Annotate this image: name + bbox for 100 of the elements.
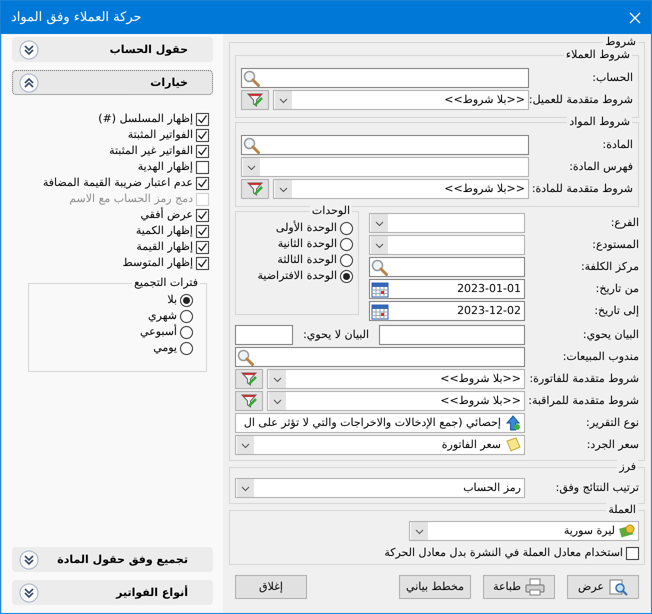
field-label: نوع التقرير: [584,416,639,430]
checkbox-label: استخدام معادل العملة في النشرة بدل معادل الحركة [384,546,623,560]
checkbox-label: إظهار الكمية [136,224,193,238]
dropdown[interactable]: رمز الحساب [235,478,525,498]
field-label: سعر الجرد: [586,438,639,452]
text-field[interactable] [235,325,294,345]
checkbox[interactable] [196,256,209,270]
checkbox[interactable] [196,144,209,158]
chevron-down-icon[interactable] [269,370,286,388]
field-label: البيان يحوي: [582,328,639,342]
arrow-up-icon [505,415,521,431]
radio-button[interactable] [340,238,353,250]
radio-label: يومي [153,341,177,355]
chevron-down-icon[interactable] [243,158,260,176]
text-field[interactable] [379,325,525,345]
printer-icon [524,578,545,596]
checkbox[interactable] [196,176,209,190]
radio-label: الوحدة الافتراضية [257,269,337,283]
filter-button[interactable] [235,391,263,411]
panel-header[interactable]: تجميع وفق حقول المادة [12,547,213,572]
field-label: الحساب: [591,71,633,85]
search-field[interactable] [241,135,529,155]
search-icon [371,258,388,276]
view-icon [608,578,628,596]
expand-icon[interactable] [19,40,39,60]
panel-header[interactable]: خيارات [12,70,213,95]
checkbox-label: عدم اعتبار ضريبة القيمة المضافة [42,176,193,190]
checkbox[interactable] [196,224,209,238]
radio-button[interactable] [340,222,353,234]
field-label: المستودع: [591,238,639,252]
radio-button[interactable] [180,294,193,306]
panel-header[interactable]: أنواع الفواتير [12,580,213,605]
chevron-down-icon[interactable] [275,91,292,109]
radio-label: شهري [148,309,177,323]
dropdown[interactable]: سعر الفاتورة [235,435,525,455]
expand-icon[interactable] [19,550,39,570]
field-label: مندوب المبيعات: [562,350,639,364]
group-title: شروط العملاء [564,48,632,62]
dropdown[interactable]: إحصائي (جمع الإدخالات والاخراجات والتي لا تؤثر على ال [235,413,525,433]
radio-button[interactable] [180,310,193,322]
checkbox[interactable] [196,160,209,174]
field-label: من تاريخ: [594,282,639,296]
filter-button[interactable] [241,90,269,110]
date-field[interactable]: 2023-12-02 [369,301,525,321]
dropdown[interactable]: ليرة سورية [409,521,639,541]
calendar-icon[interactable] [371,280,389,298]
radio-label: الوحدة الثانية [278,237,337,251]
field-label: الفرع: [610,216,639,230]
action-button[interactable]: طباعة [483,575,555,599]
calendar-icon[interactable] [371,302,389,320]
checkbox-label: دمج رمز الحساب مع الاسم [69,192,193,206]
chevron-down-icon[interactable] [237,436,254,454]
checkbox[interactable] [626,546,639,560]
filter-icon [246,91,264,109]
action-button[interactable]: مخطط بياني [399,575,471,599]
search-field[interactable] [241,68,529,88]
search-field[interactable] [369,257,525,277]
radio-button[interactable] [180,326,193,338]
dropdown[interactable]: <<بلا شروط>> [273,90,529,110]
group-title: فرز [617,460,638,474]
dropdown[interactable]: <<بلا شروط>> [273,179,529,199]
filter-icon [240,370,258,388]
radio-label: أسبوعي [140,325,177,339]
field-label: المادة: [602,138,633,152]
chevron-down-icon[interactable] [411,522,428,540]
panel-header[interactable]: حقول الحساب [12,37,213,62]
radio-label: بلا [167,293,177,307]
radio-button[interactable] [340,254,353,266]
checkbox[interactable] [196,240,209,254]
filter-button[interactable] [241,179,269,199]
checkbox-label: إظهار الهدية [138,160,193,174]
radio-label: الوحدة الأولى [276,221,337,235]
checkbox-label: إظهار القيمة [136,240,193,254]
filter-icon [240,392,258,410]
search-icon [243,136,260,154]
checkbox[interactable] [196,128,209,142]
expand-icon[interactable] [19,582,39,602]
radio-button[interactable] [340,270,353,282]
date-field[interactable]: 2023-01-01 [369,279,525,299]
checkbox[interactable] [196,208,209,222]
checkbox-label: الفواتير غير المثبتة [109,144,193,158]
action-button[interactable]: عرض [567,575,639,599]
filter-button[interactable] [235,369,263,389]
chevron-down-icon[interactable] [275,180,292,198]
dropdown[interactable]: <<بلا شروط>> [267,391,525,411]
chevron-down-icon[interactable] [269,392,286,410]
action-button[interactable]: إغلاق [235,575,307,599]
checkbox-label: إظهار المسلسل (#) [98,112,193,126]
checkbox-label: الفواتير المثبتة [128,128,193,142]
collapse-icon[interactable] [19,72,39,92]
search-field[interactable] [235,347,525,367]
group-title: شروط [603,35,638,49]
close-icon[interactable] [629,12,641,24]
chevron-down-icon[interactable] [237,479,254,497]
chevron-down-icon[interactable] [371,214,388,232]
checkbox[interactable] [196,112,209,126]
radio-button[interactable] [180,342,193,354]
field-label: ترتيب النتائج وفق: [554,481,639,495]
dropdown[interactable]: <<بلا شروط>> [267,369,525,389]
chevron-down-icon[interactable] [371,236,388,254]
